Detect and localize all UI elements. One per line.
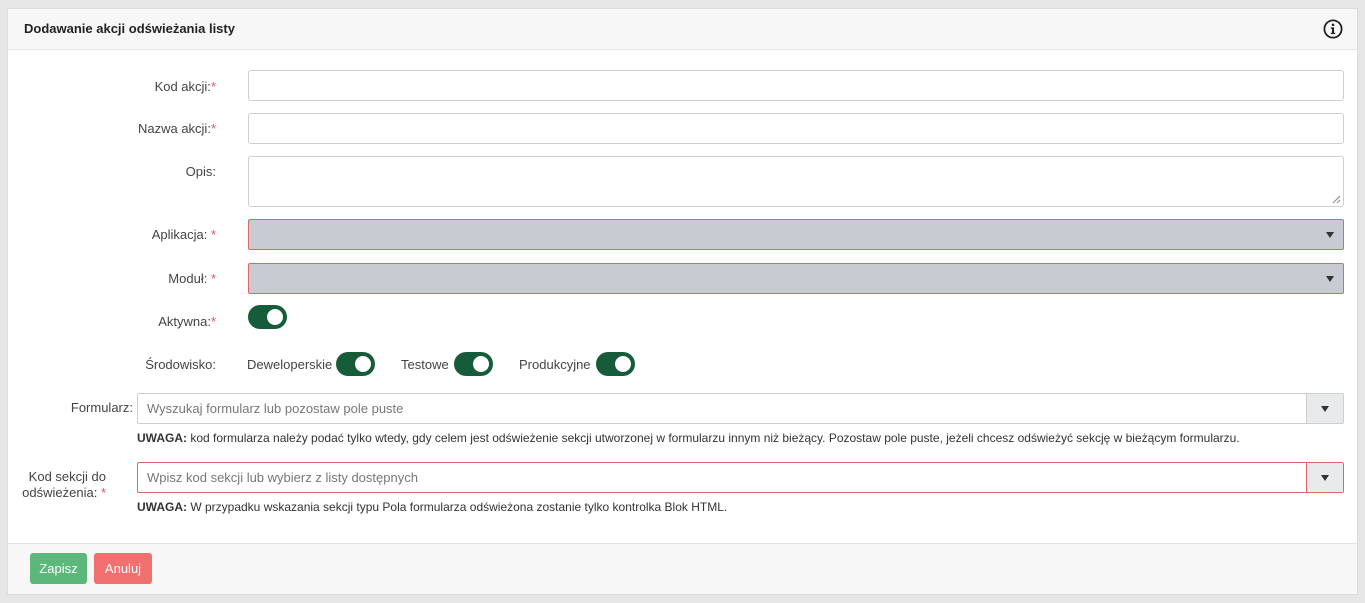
panel-header: Dodawanie akcji odświeżania listy [8, 9, 1357, 50]
formularz-label: Formularz: [71, 400, 133, 416]
note-strong: UWAGA: [137, 431, 187, 445]
required-mark: * [210, 271, 216, 286]
note-text: W przypadku wskazania sekcji typu Pola f… [187, 500, 728, 514]
modul-label: Moduł: * [168, 271, 216, 287]
note-strong: UWAGA: [137, 500, 187, 514]
kod-sekcji-combobox[interactable]: Wpisz kod sekcji lub wybierz z listy dos… [137, 462, 1344, 493]
note-text: kod formularza należy podać tylko wtedy,… [187, 431, 1240, 445]
srodowisko-produkcyjne-label: Produkcyjne [519, 357, 591, 372]
resize-grip-icon[interactable] [1332, 195, 1341, 204]
kod-sekcji-label-line1: Kod sekcji do [28, 469, 106, 484]
aktywna-label-text: Aktywna: [158, 314, 211, 329]
toggle-knob [473, 356, 489, 372]
chevron-down-icon [1326, 232, 1334, 238]
aplikacja-label: Aplikacja: * [152, 227, 216, 243]
srodowisko-testowe-label: Testowe [401, 357, 449, 372]
nazwa-akcji-label-text: Nazwa akcji: [137, 121, 211, 136]
srodowisko-deweloperskie-label: Deweloperskie [247, 357, 333, 372]
formularz-note: UWAGA: kod formularza należy podać tylko… [137, 431, 1240, 445]
nazwa-akcji-label: Nazwa akcji:* [138, 121, 216, 137]
kod-sekcji-placeholder: Wpisz kod sekcji lub wybierz z listy dos… [147, 470, 418, 485]
save-button[interactable]: Zapisz [30, 553, 87, 584]
toggle-knob [267, 309, 283, 325]
formularz-label-text: Formularz: [70, 400, 133, 415]
kod-sekcji-note: UWAGA: W przypadku wskazania sekcji typu… [137, 500, 727, 514]
nazwa-akcji-input[interactable] [248, 113, 1344, 144]
required-mark: * [100, 485, 106, 500]
kod-akcji-label-text: Kod akcji: [154, 79, 211, 94]
kod-sekcji-label: Kod sekcji do odświeżenia: * [22, 469, 106, 501]
chevron-down-icon [1321, 475, 1329, 481]
info-circle-icon[interactable] [1323, 19, 1343, 39]
aktywna-label: Aktywna:* [158, 314, 216, 330]
aplikacja-select[interactable] [248, 219, 1344, 250]
panel-title: Dodawanie akcji odświeżania listy [24, 21, 235, 36]
srodowisko-deweloperskie-toggle[interactable] [336, 352, 375, 376]
opis-label-text: Opis: [185, 164, 216, 179]
aplikacja-label-text: Aplikacja: [151, 227, 211, 242]
toggle-knob [355, 356, 371, 372]
required-mark: * [210, 314, 216, 329]
chevron-down-icon [1326, 276, 1334, 282]
kod-akcji-label: Kod akcji:* [155, 79, 216, 95]
required-mark: * [210, 227, 216, 242]
srodowisko-label-text: Środowisko: [145, 357, 216, 372]
required-mark: * [210, 121, 216, 136]
required-mark: * [210, 79, 216, 94]
modul-label-text: Moduł: [168, 271, 211, 286]
action-form-panel: Dodawanie akcji odświeżania listy Kod ak… [7, 8, 1358, 595]
toggle-knob [615, 356, 631, 372]
opis-label: Opis: [186, 164, 216, 180]
srodowisko-produkcyjne-toggle[interactable] [596, 352, 635, 376]
formularz-placeholder: Wyszukaj formularz lub pozostaw pole pus… [147, 401, 404, 416]
cancel-button[interactable]: Anuluj [94, 553, 152, 584]
kod-sekcji-label-line2: odświeżenia: [22, 485, 101, 500]
kod-akcji-input[interactable] [248, 70, 1344, 101]
srodowisko-label: Środowisko: [145, 357, 216, 373]
modul-select[interactable] [248, 263, 1344, 294]
formularz-dropdown-button[interactable] [1306, 394, 1343, 423]
kod-sekcji-dropdown-button[interactable] [1306, 463, 1343, 492]
aktywna-toggle[interactable] [248, 305, 287, 329]
panel-footer: Zapisz Anuluj [8, 543, 1357, 594]
formularz-combobox[interactable]: Wyszukaj formularz lub pozostaw pole pus… [137, 393, 1344, 424]
opis-textarea[interactable] [248, 156, 1344, 207]
srodowisko-testowe-toggle[interactable] [454, 352, 493, 376]
chevron-down-icon [1321, 406, 1329, 412]
